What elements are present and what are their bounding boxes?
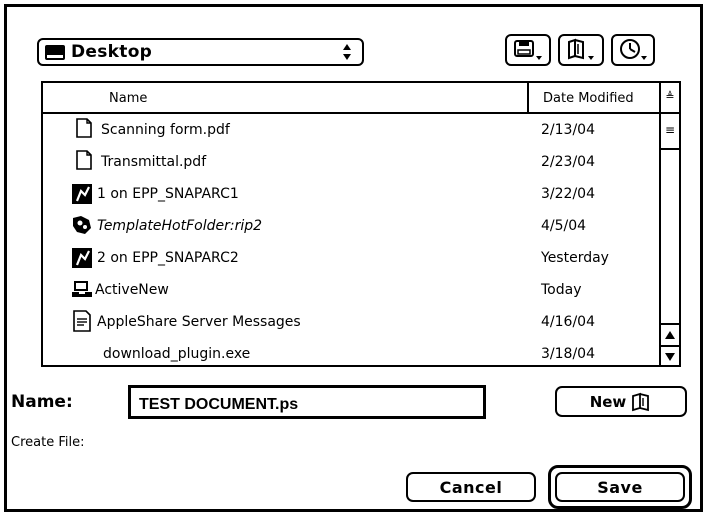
scroll-thumb[interactable]: ≡ [661,112,679,150]
create-file-label: Create File: [11,435,85,450]
file-date: 3/22/04 [541,186,595,202]
file-date: 2/13/04 [541,122,595,138]
save-button-label: Save [597,477,643,497]
file-name: AppleShare Server Messages [97,314,301,330]
new-folder-icon [632,392,650,411]
desktop-icon [45,44,65,60]
list-item[interactable]: Scanning form.pdf 2/13/04 [43,114,659,146]
server-volume-icon [72,184,92,204]
file-date: 3/18/04 [541,346,595,362]
file-name: ActiveNew [95,282,169,298]
hotfolder-icon [73,216,91,234]
file-date: 4/5/04 [541,218,587,234]
disk-menu-button[interactable] [505,34,551,66]
file-name: 1 on EPP_SNAPARC1 [97,186,239,202]
file-date: Yesterday [541,250,609,266]
new-button-label: New [589,392,627,411]
arrow-up-icon [665,331,675,339]
popup-arrows-icon [343,44,351,60]
file-date: 2/23/04 [541,154,595,170]
list-item[interactable]: Transmittal.pdf 2/23/04 [43,146,659,178]
new-folder-button[interactable]: New [555,386,687,417]
cancel-button-label: Cancel [439,477,503,497]
list-item[interactable]: download_plugin.exe 3/18/04 [43,338,659,365]
file-name: TemplateHotFolder:rip2 [97,218,263,234]
location-label: Desktop [71,42,153,62]
file-name: download_plugin.exe [103,346,251,362]
column-header-name[interactable]: Name [109,91,147,106]
list-header: Name Date Modified ≜ [43,83,679,114]
list-item[interactable]: ActiveNew Today [43,274,659,306]
server-volume-icon [72,248,92,268]
sort-order-toggle[interactable]: ≜ [659,83,679,112]
list-item[interactable]: AppleShare Server Messages 4/16/04 [43,306,659,338]
application-icon [72,281,92,297]
recent-clock-icon [620,39,647,60]
file-date: 4/16/04 [541,314,595,330]
file-name: 2 on EPP_SNAPARC2 [97,250,239,266]
scroll-up-arrow[interactable] [661,323,679,345]
document-icon [76,150,92,170]
folder-shortcut-icon [568,38,594,60]
document-icon [76,118,92,138]
file-name: Transmittal.pdf [101,154,207,170]
cancel-button[interactable]: Cancel [406,472,536,502]
folder-shortcut-button[interactable] [558,34,604,66]
column-header-date[interactable]: Date Modified [527,83,659,112]
save-button-default-ring: Save [548,465,692,509]
text-file-icon [73,310,91,332]
location-popup[interactable]: Desktop [37,38,364,66]
list-item[interactable]: 1 on EPP_SNAPARC1 3/22/04 [43,178,659,210]
file-rows: Scanning form.pdf 2/13/04 Transmittal.pd… [43,114,659,365]
file-date: Today [541,282,582,298]
file-list: Name Date Modified ≜ Scanning form.pdf 2… [41,81,681,367]
file-name: Scanning form.pdf [101,122,230,138]
arrow-down-icon [665,353,675,361]
save-button[interactable]: Save [555,472,685,502]
save-dialog: Desktop Name Date Modified ≜ Scanning fo… [4,4,703,512]
list-item[interactable]: 2 on EPP_SNAPARC2 Yesterday [43,242,659,274]
list-item[interactable]: TemplateHotFolder:rip2 4/5/04 [43,210,659,242]
filename-input[interactable] [128,385,486,419]
scroll-down-arrow[interactable] [661,345,679,365]
recent-menu-button[interactable] [611,34,655,66]
name-label: Name: [11,392,73,412]
vertical-scrollbar[interactable]: ≡ [659,112,679,365]
disk-icon [514,40,542,60]
